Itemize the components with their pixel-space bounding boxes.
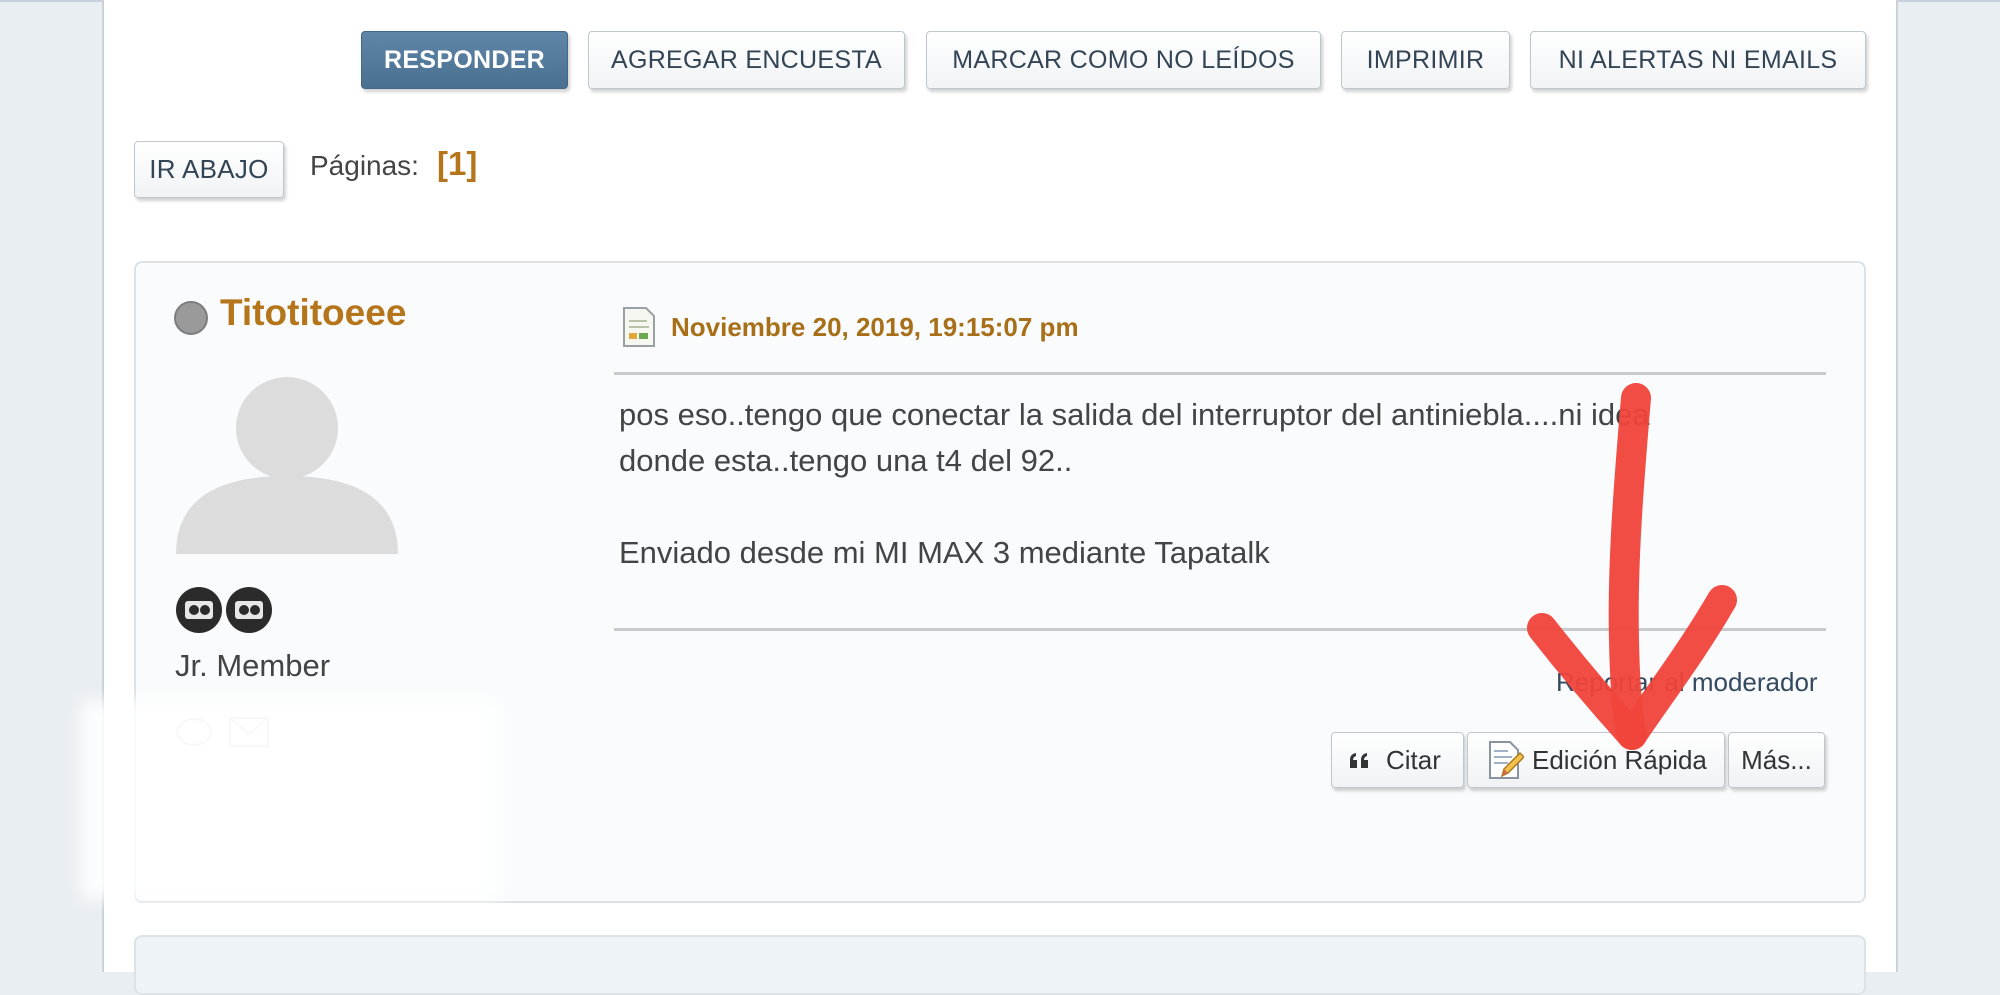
go-down-button[interactable]: IR ABAJO <box>134 141 284 198</box>
quote-label: Citar <box>1386 744 1441 775</box>
offline-status-icon <box>174 301 208 335</box>
quote-button[interactable]: Citar <box>1331 732 1464 788</box>
post-header-divider <box>614 372 1826 375</box>
page-link-1[interactable]: [1] <box>437 145 477 183</box>
next-post-card <box>134 935 1866 995</box>
quick-edit-label: Edición Rápida <box>1532 744 1707 775</box>
post-body: pos eso..tengo que conectar la salida de… <box>619 392 1819 576</box>
print-button[interactable]: IMPRIMIR <box>1341 31 1510 89</box>
add-poll-button[interactable]: AGREGAR ENCUESTA <box>588 31 905 89</box>
pages-label: Páginas: <box>310 150 419 181</box>
post-body-spacer <box>619 484 1819 530</box>
default-avatar-icon[interactable] <box>174 368 400 559</box>
post-signature: Enviado desde mi MI MAX 3 mediante Tapat… <box>619 535 1270 570</box>
post-footer-divider <box>614 628 1826 631</box>
edit-pencil-icon <box>1488 740 1524 780</box>
post-date[interactable]: Noviembre 20, 2019, 19:15:07 pm <box>671 312 1079 343</box>
quick-edit-button[interactable]: Edición Rápida <box>1467 732 1725 788</box>
redacted-area <box>80 700 500 900</box>
rank-star-icon <box>176 587 272 633</box>
post-body-line: donde esta..tengo una t4 del 92.. <box>619 443 1073 478</box>
post-body-line: pos eso..tengo que conectar la salida de… <box>619 397 1650 432</box>
post-author-name[interactable]: Titotitoeee <box>220 292 406 334</box>
member-rank-title: Jr. Member <box>175 648 331 683</box>
reply-button[interactable]: RESPONDER <box>361 31 568 89</box>
post-document-icon <box>622 306 656 353</box>
notifications-button[interactable]: NI ALERTAS NI EMAILS <box>1530 31 1866 89</box>
report-to-moderator-link[interactable]: Reportar al moderador <box>1556 667 1818 698</box>
mark-unread-button[interactable]: MARCAR COMO NO LEÍDOS <box>926 31 1321 89</box>
rank-stars <box>174 585 278 640</box>
more-actions-button[interactable]: Más... <box>1728 732 1825 788</box>
quote-icon <box>1348 750 1372 770</box>
